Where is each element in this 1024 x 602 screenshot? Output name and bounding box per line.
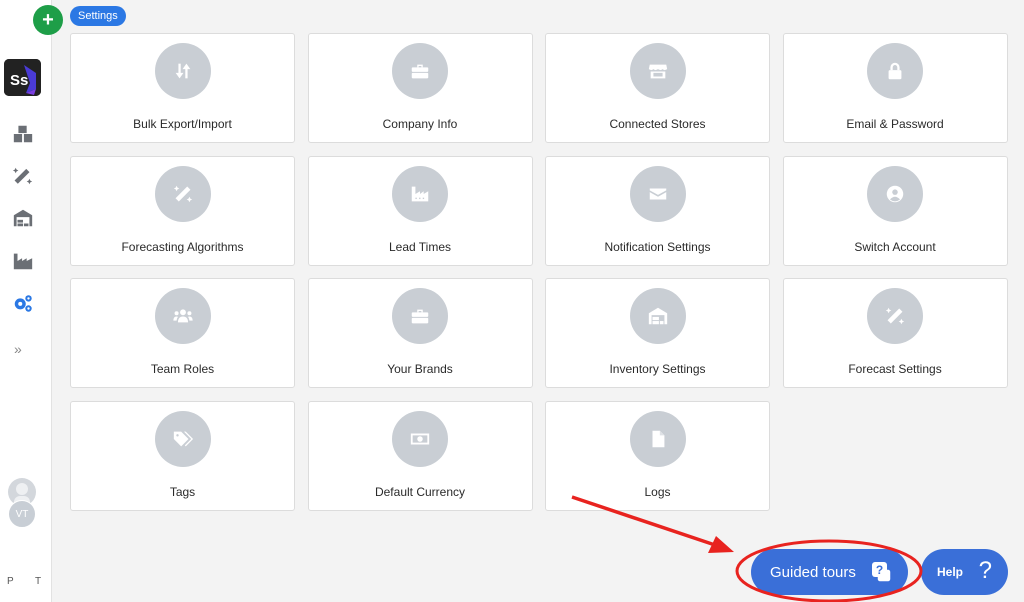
factory-icon (411, 186, 429, 201)
envelope-icon (649, 188, 666, 199)
warehouse-icon (648, 307, 667, 325)
card-icon-circle (392, 43, 448, 99)
warehouse-icon (13, 209, 33, 227)
sidebar-item-settings[interactable] (11, 291, 35, 315)
card-label: Lead Times (388, 239, 452, 254)
card-icon-circle (154, 288, 211, 344)
bottom-letter-p: P (7, 576, 14, 587)
guided-tours-button[interactable]: Guided tours ? (751, 549, 908, 595)
card-label: Bulk Export/Import (133, 117, 232, 131)
store-icon (648, 64, 667, 79)
card-forecasting-algorithms[interactable]: Forecasting Algorithms (70, 155, 295, 266)
card-company-info[interactable]: Company Info (307, 33, 533, 143)
factory-icon (13, 253, 33, 270)
svg-text:Ss: Ss (10, 72, 28, 89)
plus-icon: + (42, 8, 54, 31)
card-label: Forecasting Algorithms (121, 239, 244, 254)
bottom-letter-t: T (35, 576, 42, 587)
card-label: Default Currency (374, 484, 466, 499)
expand-sidebar-button[interactable]: » (14, 341, 22, 357)
sort-arrows-icon (175, 63, 190, 79)
boxes-icon (13, 125, 33, 143)
sidebar: Ss » VT P T (0, 0, 52, 602)
card-tags[interactable]: Tags (70, 400, 295, 511)
briefcase-icon (411, 64, 429, 79)
app-logo[interactable]: Ss (4, 59, 41, 96)
card-forecast-settings[interactable]: Forecast Settings (782, 278, 1008, 388)
users-icon (172, 309, 193, 323)
card-label: Connected Stores (609, 117, 706, 131)
file-icon (652, 430, 664, 447)
money-bill-icon (410, 433, 430, 444)
question-mark-icon: ? (978, 557, 992, 584)
user-avatar[interactable]: VT (8, 478, 36, 528)
card-icon-circle (629, 410, 686, 467)
sidebar-item-suppliers[interactable] (11, 249, 35, 273)
card-icon-circle (154, 410, 211, 467)
card-label: Inventory Settings (609, 362, 706, 376)
user-circle-icon (886, 185, 904, 202)
sidebar-item-inventory[interactable] (11, 122, 35, 146)
card-label: Switch Account (854, 239, 936, 254)
card-label: Logs (644, 484, 671, 499)
sidebar-item-warehouse[interactable] (11, 206, 35, 230)
card-inventory-settings[interactable]: Inventory Settings (545, 278, 770, 388)
card-email-password[interactable]: Email & Password (782, 33, 1008, 143)
card-icon-circle (629, 43, 686, 99)
card-team-roles[interactable]: Team Roles (70, 278, 295, 388)
lock-icon (888, 62, 902, 80)
card-icon-circle (867, 288, 923, 344)
card-switch-account[interactable]: Switch Account (782, 155, 1008, 266)
guided-tours-label: Guided tours (770, 563, 856, 581)
settings-grid: Bulk Export/Import Company Info Connecte… (70, 33, 1008, 511)
card-label: Email & Password (846, 117, 944, 131)
card-icon-circle (392, 288, 448, 344)
help-label: Help (937, 565, 964, 579)
logo-icon: Ss (4, 59, 41, 96)
card-label: Forecast Settings (848, 362, 942, 376)
card-label: Tags (169, 484, 196, 499)
card-icon-circle (154, 165, 211, 222)
annotation-arrow-head (708, 536, 734, 553)
card-icon-circle (867, 165, 923, 222)
card-default-currency[interactable]: Default Currency (307, 400, 533, 511)
guided-tours-icon: ? (872, 562, 892, 583)
card-icon-circle (629, 165, 686, 222)
card-label: Company Info (382, 117, 458, 131)
card-label: Your Brands (387, 362, 453, 376)
card-bulk-export-import[interactable]: Bulk Export/Import (70, 33, 295, 143)
card-connected-stores[interactable]: Connected Stores (545, 33, 770, 143)
help-button[interactable]: Help ? (921, 549, 1008, 595)
tags-icon (173, 431, 193, 446)
magic-wand-icon (885, 307, 905, 325)
card-icon-circle (154, 43, 211, 99)
card-notification-settings[interactable]: Notification Settings (545, 155, 770, 266)
card-icon-circle (629, 288, 686, 344)
card-icon-circle (867, 43, 923, 99)
sidebar-item-forecasting[interactable] (11, 164, 35, 188)
card-logs[interactable]: Logs (545, 400, 770, 511)
svg-text:?: ? (876, 563, 883, 577)
card-label: Team Roles (150, 362, 215, 376)
card-icon-circle (392, 410, 448, 467)
gears-icon (14, 295, 32, 312)
card-label: Notification Settings (604, 239, 711, 254)
briefcase-icon (411, 309, 429, 324)
card-lead-times[interactable]: Lead Times (307, 155, 533, 266)
card-icon-circle (392, 165, 448, 222)
magic-wand-icon (12, 167, 33, 185)
card-your-brands[interactable]: Your Brands (307, 278, 533, 388)
breadcrumb[interactable]: Settings (70, 6, 126, 26)
add-button[interactable]: + (33, 5, 63, 35)
user-initials: VT (8, 500, 36, 528)
magic-wand-icon (173, 185, 192, 202)
